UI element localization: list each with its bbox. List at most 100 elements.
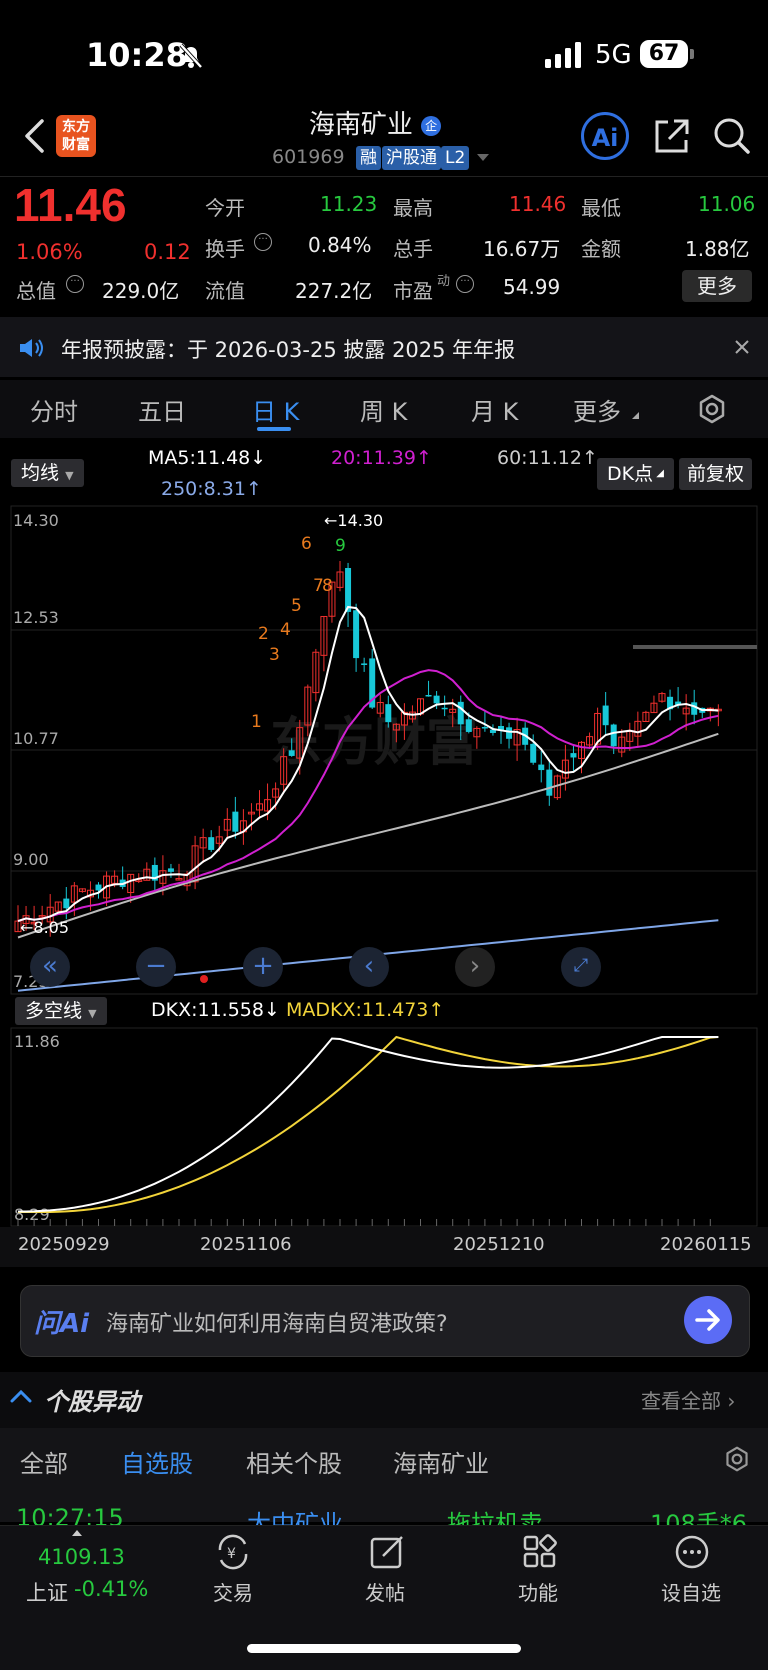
- candle-body: [353, 610, 360, 659]
- dkx-chart[interactable]: 11.86 8.29 20250929 20251106 20251210 20…: [0, 1027, 768, 1267]
- hk-connect-tag: 沪股通: [382, 146, 441, 170]
- filter-related[interactable]: 相关个股: [246, 1444, 342, 1479]
- candle-body: [232, 811, 239, 832]
- amount-label: 金额: [581, 237, 621, 261]
- event-dot[interactable]: [200, 975, 208, 983]
- pe-value: 54.99: [503, 275, 561, 299]
- activity-stock: 大中矿业: [247, 1510, 343, 1525]
- nav-set-watchlist[interactable]: 设自选: [641, 1577, 741, 1606]
- date-label-1: 20250929: [18, 1234, 110, 1255]
- more-tab-caret-icon: [632, 412, 639, 419]
- y-label-4: 9.00: [13, 850, 49, 869]
- tab-intraday[interactable]: 分时: [30, 392, 78, 427]
- share-icon[interactable]: [652, 116, 692, 160]
- ai-button[interactable]: Ai: [581, 112, 629, 160]
- amount-value: 1.88亿: [685, 237, 750, 261]
- zoom-in-icon[interactable]: +: [243, 947, 283, 987]
- adjust-button[interactable]: 前复权: [679, 458, 753, 490]
- view-all-link[interactable]: 查看全部 ›: [641, 1385, 735, 1414]
- tab-monthly-k[interactable]: 月 K: [471, 392, 518, 427]
- candle-body: [63, 898, 70, 909]
- dkx-y-top: 11.86: [14, 1032, 60, 1051]
- tab-weekly-k[interactable]: 周 K: [360, 392, 407, 427]
- tab-more[interactable]: 更多: [573, 392, 621, 427]
- y-label-1: 14.30: [13, 511, 59, 530]
- sequence-mark: 8: [322, 576, 333, 596]
- activity-time: 10:27:15: [16, 1504, 124, 1525]
- candle-body: [208, 837, 215, 850]
- trade-icon[interactable]: ¥: [214, 1534, 252, 1574]
- low-label: 最低: [581, 196, 621, 220]
- candle-body: [506, 727, 513, 739]
- info-icon[interactable]: ···: [66, 275, 84, 293]
- tab-5day[interactable]: 五日: [138, 392, 186, 427]
- volume-value: 16.67万: [483, 237, 561, 261]
- more-button[interactable]: 更多: [682, 270, 752, 302]
- index-expand-icon[interactable]: [72, 1530, 82, 1536]
- function-icon[interactable]: [522, 1534, 558, 1574]
- tab-daily-k[interactable]: 日 K: [252, 392, 299, 427]
- nav-function[interactable]: 功能: [488, 1577, 588, 1606]
- dkx-y-bottom: 8.29: [14, 1205, 50, 1224]
- nav-trade[interactable]: 交易: [183, 1577, 283, 1606]
- candle-body: [546, 769, 553, 796]
- scroll-right-icon[interactable]: ›: [455, 947, 495, 987]
- activity-type: 拖拉机卖: [447, 1510, 543, 1525]
- add-watchlist-icon[interactable]: [674, 1534, 710, 1574]
- sequence-mark: 2: [258, 624, 269, 644]
- scroll-left-icon[interactable]: ‹: [349, 947, 389, 987]
- home-indicator[interactable]: [247, 1644, 521, 1653]
- open-label: 今开: [205, 196, 245, 220]
- header-divider: [0, 176, 768, 177]
- dk-point-button[interactable]: DK点 ◢: [597, 458, 674, 490]
- candle-body: [425, 694, 432, 697]
- candle-body: [288, 750, 295, 756]
- filter-watchlist[interactable]: 自选股: [121, 1444, 193, 1479]
- battery-tip: [690, 49, 694, 59]
- high-value: 11.46: [509, 192, 567, 216]
- back-icon[interactable]: [22, 118, 46, 158]
- index-name[interactable]: 上证: [26, 1577, 68, 1607]
- indicator-selector[interactable]: 均线 ▼: [11, 459, 84, 487]
- candle-body: [465, 719, 472, 732]
- fullscreen-icon[interactable]: ⤢: [561, 947, 601, 987]
- stock-name[interactable]: 海南矿业 企: [290, 104, 460, 141]
- zoom-out-icon[interactable]: −: [136, 947, 176, 987]
- settings-icon[interactable]: [724, 1446, 750, 1476]
- scroll-left-fast-icon[interactable]: «: [30, 947, 70, 987]
- svg-text:¥: ¥: [227, 1546, 236, 1562]
- kline-chart[interactable]: 东方财富 123456789 14.30 12.53 10.77 9.00 7.…: [0, 505, 768, 995]
- network-type: 5G: [595, 40, 632, 70]
- low-marker: ←8.05: [20, 918, 69, 937]
- ask-ai-brand: 问Ai: [34, 1309, 90, 1339]
- sequence-mark: 4: [280, 620, 291, 640]
- info-icon[interactable]: ···: [456, 275, 474, 293]
- high-marker: ←14.30: [324, 511, 383, 530]
- info-icon[interactable]: ···: [254, 233, 272, 251]
- collapse-icon[interactable]: [10, 1388, 32, 1408]
- post-icon[interactable]: [369, 1534, 405, 1574]
- candle-body: [481, 726, 488, 729]
- filter-all[interactable]: 全部: [20, 1444, 68, 1479]
- volume-label: 总手: [393, 237, 433, 261]
- float-value: 227.2亿: [295, 279, 373, 303]
- chevron-down-icon[interactable]: [477, 154, 489, 161]
- close-icon[interactable]: [734, 339, 750, 359]
- nav-post[interactable]: 发帖: [335, 1577, 435, 1606]
- filter-stock[interactable]: 海南矿业: [393, 1444, 489, 1479]
- ask-ai-send-button[interactable]: [684, 1296, 732, 1344]
- settings-icon[interactable]: [697, 394, 727, 428]
- date-axis-ticks: [17, 1219, 711, 1226]
- ask-ai-question: 海南矿业如何利用海南自贸港政策?: [106, 1312, 448, 1337]
- search-icon[interactable]: [712, 116, 752, 160]
- activity-row[interactable]: 10:27:15 大中矿业 拖拉机卖 108手*6: [0, 1494, 768, 1525]
- open-value: 11.23: [320, 192, 378, 216]
- candle-body: [457, 701, 464, 725]
- candle-body: [610, 724, 617, 747]
- index-change[interactable]: -0.41%: [74, 1577, 148, 1601]
- sequence-mark: 5: [291, 596, 302, 616]
- sequence-marks: 123456789: [251, 534, 346, 732]
- sub-indicator-selector[interactable]: 多空线 ▼: [15, 997, 107, 1025]
- turnover-label: 换手: [205, 237, 245, 261]
- index-value[interactable]: 4109.13: [38, 1545, 125, 1569]
